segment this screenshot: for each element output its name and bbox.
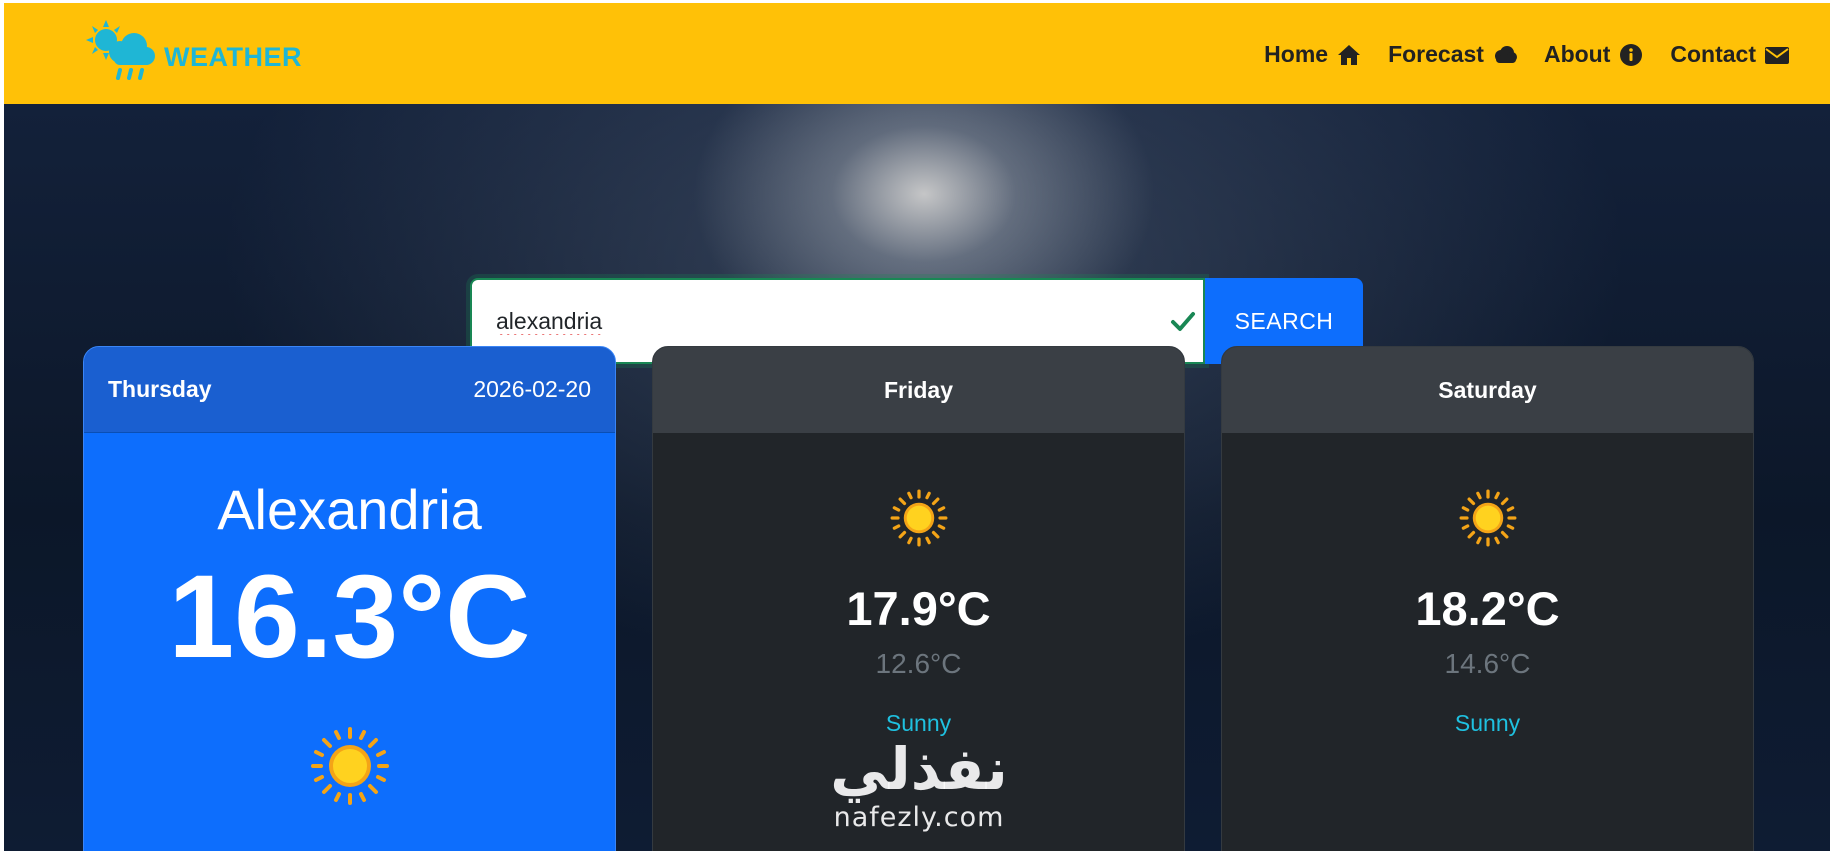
nav-about[interactable]: About — [1544, 41, 1644, 68]
forecast-day: Saturday — [1222, 347, 1753, 433]
today-day: Thursday — [108, 376, 212, 402]
city-name: Alexandria — [217, 478, 482, 541]
forecast-card-friday: Friday 17.9°C 12.6°C Sunny — [652, 346, 1185, 851]
nav-about-label: About — [1543, 41, 1611, 67]
sun-icon — [310, 727, 389, 805]
min-temperature: 14.6°C — [1444, 648, 1531, 679]
browser-viewport: WEATHER Home Forecast About Contact alex… — [4, 3, 1830, 851]
check-icon — [1171, 312, 1195, 331]
max-temperature: 17.9°C — [846, 582, 991, 635]
forecast-card-saturday: Saturday 18.2°C 14.6°C Sunny — [1221, 346, 1754, 851]
today-card: Thursday 2026-02-20 Alexandria 16.3°C — [83, 346, 616, 851]
home-icon — [1338, 44, 1361, 65]
min-temperature: 12.6°C — [875, 648, 962, 679]
navbar: WEATHER Home Forecast About Contact — [4, 3, 1830, 104]
nav-links: Home Forecast About Contact — [1238, 41, 1790, 68]
envelope-icon — [1765, 46, 1789, 64]
max-temperature: 18.2°C — [1415, 582, 1560, 635]
brand-logo[interactable]: WEATHER — [84, 18, 302, 82]
nav-forecast[interactable]: Forecast — [1388, 41, 1518, 68]
forecast-day: Friday — [653, 347, 1184, 433]
today-card-header: Thursday 2026-02-20 — [84, 347, 615, 433]
cloud-icon — [1494, 45, 1517, 63]
info-icon — [1620, 43, 1643, 66]
nav-home[interactable]: Home — [1264, 41, 1362, 68]
nav-home-label: Home — [1264, 41, 1329, 67]
brand-name: WEATHER — [164, 41, 302, 72]
sun-icon — [890, 489, 947, 547]
nav-contact-label: Contact — [1670, 41, 1756, 67]
weather-condition: Sunny — [1454, 710, 1521, 736]
weather-condition: Sunny — [885, 710, 952, 736]
nav-contact[interactable]: Contact — [1670, 41, 1790, 68]
nav-forecast-label: Forecast — [1388, 41, 1484, 67]
today-date: 2026-02-20 — [473, 376, 591, 402]
sun-icon — [1459, 489, 1516, 547]
current-temperature: 16.3°C — [168, 551, 531, 683]
weather-logo-icon — [86, 20, 155, 80]
